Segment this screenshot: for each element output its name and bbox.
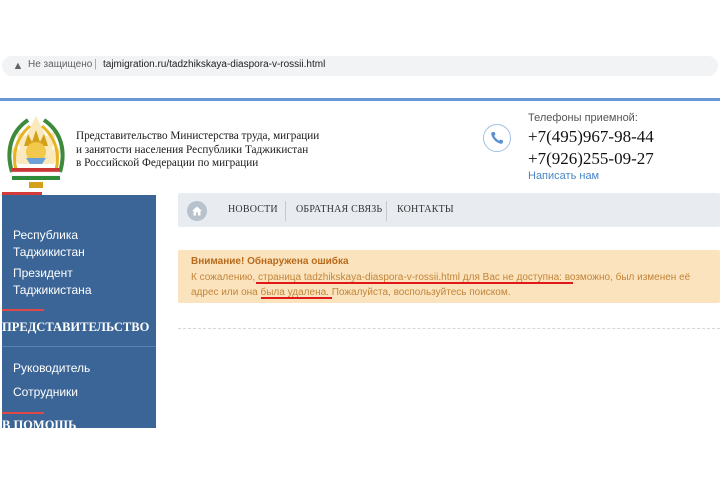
error-text-part: К сожалению, <box>191 272 258 283</box>
write-us-link[interactable]: Написать нам <box>528 170 599 182</box>
nav-separator <box>285 201 286 221</box>
divider <box>2 346 156 347</box>
org-line-3: в Российской Федерации по миграции <box>76 157 259 169</box>
nav-feedback[interactable]: ОБРАТНАЯ СВЯЗЬ <box>296 204 382 215</box>
org-line-1: Представительство Министерства труда, ми… <box>76 130 320 142</box>
nav-news[interactable]: НОВОСТИ <box>228 204 278 215</box>
sidebar-section-partial: В ПОМОЩЬ <box>2 418 77 428</box>
page-top-border <box>0 98 720 101</box>
content-divider <box>178 328 720 329</box>
warning-icon[interactable]: ▲ <box>12 60 24 72</box>
nav-contacts[interactable]: КОНТАКТЫ <box>397 204 454 215</box>
url-text[interactable]: tajmigration.ru/tadzhikskaya-diaspora-v-… <box>103 59 325 70</box>
security-status[interactable]: Не защищено <box>28 59 92 70</box>
organization-name: Представительство Министерства труда, ми… <box>76 130 346 171</box>
phone-icon <box>483 124 511 152</box>
address-separator: | <box>94 58 97 70</box>
sidebar-item-republic[interactable]: Республика Таджикистан <box>13 227 103 261</box>
error-title: Внимание! Обнаружена ошибка <box>191 256 349 267</box>
org-line-2: и занятости населения Республики Таджики… <box>76 143 309 156</box>
emblem-logo[interactable] <box>2 112 70 192</box>
phones-label: Телефоны приемной: <box>528 112 638 124</box>
sidebar-item-staff[interactable]: Сотрудники <box>13 384 78 401</box>
error-message: К сожалению, страница tadzhikskaya-diasp… <box>191 270 716 300</box>
home-icon[interactable] <box>187 201 207 221</box>
sidebar-item-head[interactable]: Руководитель <box>13 360 90 377</box>
sidebar-item-president[interactable]: Президент Таджикистана <box>13 265 103 299</box>
sidebar: Республика Таджикистан Президент Таджики… <box>2 195 156 428</box>
sidebar-section-title: ПРЕДСТАВИТЕЛЬСТВО <box>2 320 150 334</box>
phone-number-2[interactable]: +7(926)255-09-27 <box>528 149 654 169</box>
error-text-part: . Пожалуйста, воспользуйтесь поиском. <box>326 287 511 298</box>
red-underline <box>256 282 573 284</box>
sidebar-accent <box>2 309 44 311</box>
sidebar-accent <box>2 412 44 414</box>
red-underline <box>261 297 332 299</box>
phone-number-1[interactable]: +7(495)967-98-44 <box>528 127 654 147</box>
nav-separator <box>386 201 387 221</box>
